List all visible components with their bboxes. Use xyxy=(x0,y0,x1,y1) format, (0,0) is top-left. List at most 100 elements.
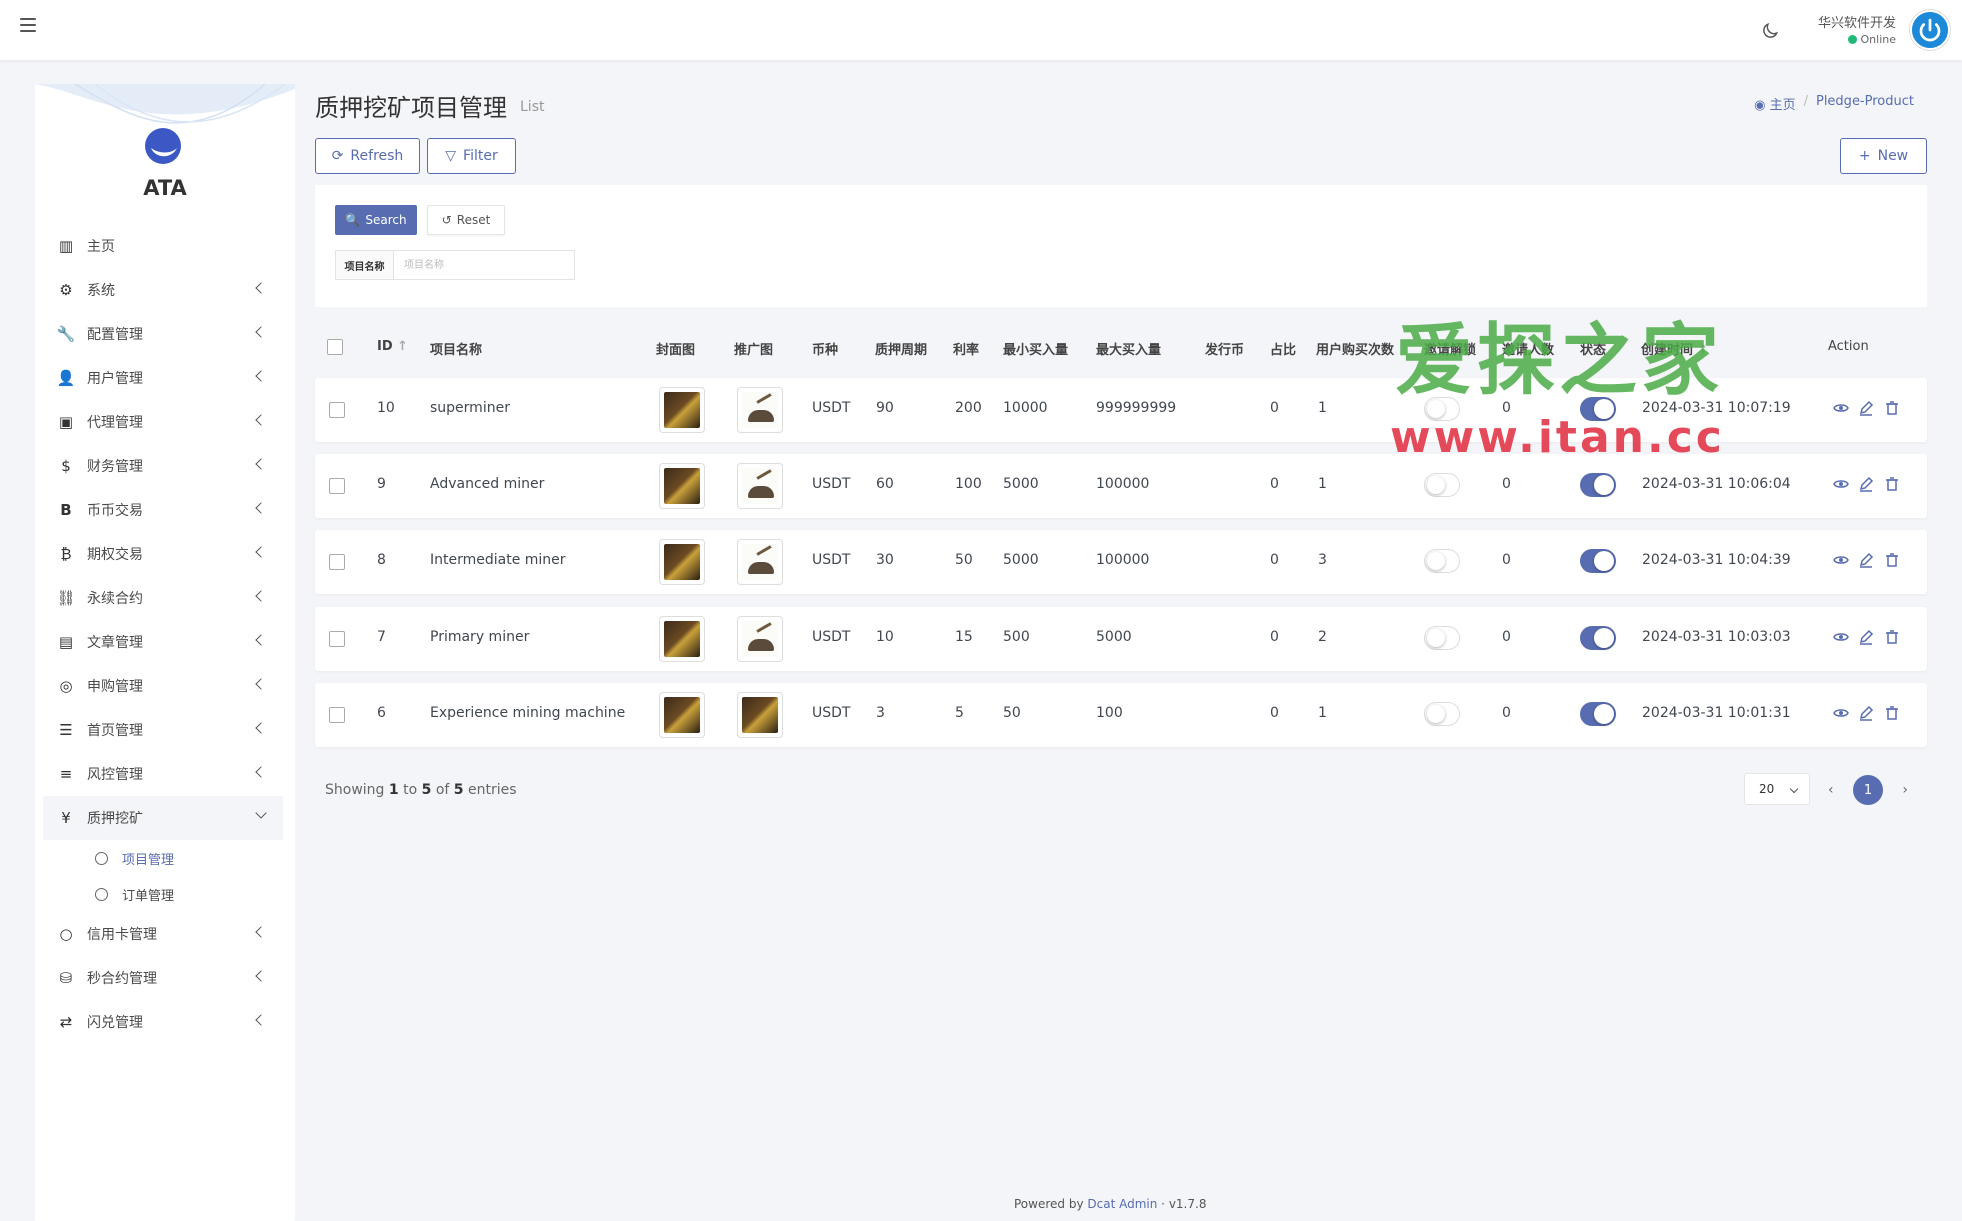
cell-period: 10 xyxy=(876,629,894,645)
th-action: Action xyxy=(1828,339,1869,354)
new-button[interactable]: + New xyxy=(1840,138,1927,174)
sidebar-item-label: 信用卡管理 xyxy=(87,927,157,943)
delete-trash-icon[interactable] xyxy=(1884,629,1900,645)
promo-image[interactable] xyxy=(737,616,783,662)
search-button[interactable]: 🔍 Search xyxy=(335,205,417,235)
prev-page-icon[interactable]: ‹ xyxy=(1828,782,1834,798)
sidebar-item-risk[interactable]: ≡ 风控管理 xyxy=(35,752,295,796)
status-toggle[interactable] xyxy=(1580,549,1616,573)
view-eye-icon[interactable] xyxy=(1833,705,1849,721)
breadcrumb-home-link[interactable]: ◉ 主页 xyxy=(1754,94,1796,113)
reset-button[interactable]: ↺ Reset xyxy=(427,205,505,235)
page-button-current[interactable]: 1 xyxy=(1853,775,1883,805)
view-eye-icon[interactable] xyxy=(1833,552,1849,568)
delete-trash-icon[interactable] xyxy=(1884,476,1900,492)
sidebar-item-perpetual[interactable]: ⛓ 永续合约 xyxy=(35,576,295,620)
per-page-select[interactable]: 20 xyxy=(1744,773,1810,805)
row-checkbox[interactable] xyxy=(329,554,345,570)
cover-image[interactable] xyxy=(659,463,705,509)
view-eye-icon[interactable] xyxy=(1833,629,1849,645)
menu-toggle-icon[interactable] xyxy=(20,18,36,32)
toggle-knob xyxy=(1594,551,1614,571)
cover-image-picture xyxy=(664,392,700,428)
invite-unlock-toggle[interactable] xyxy=(1424,626,1460,650)
row-checkbox[interactable] xyxy=(329,707,345,723)
delete-trash-icon[interactable] xyxy=(1884,552,1900,568)
sidebar-item-system[interactable]: ⚙ 系统 xyxy=(35,268,295,312)
invite-unlock-toggle[interactable] xyxy=(1424,702,1460,726)
status-toggle[interactable] xyxy=(1580,626,1616,650)
edit-pencil-icon[interactable] xyxy=(1858,552,1874,568)
status-toggle[interactable] xyxy=(1580,473,1616,497)
project-name-filter-label: 项目名称 xyxy=(336,251,394,279)
sidebar-item-second-contract[interactable]: ⛁ 秒合约管理 xyxy=(35,956,295,1000)
promo-image-picture xyxy=(742,544,778,580)
cell-period: 30 xyxy=(876,552,894,568)
sidebar-item-users[interactable]: 👤 用户管理 xyxy=(35,356,295,400)
promo-image[interactable] xyxy=(737,387,783,433)
sidebar-subitem-projects[interactable]: 项目管理 xyxy=(35,840,295,876)
edit-pencil-icon[interactable] xyxy=(1858,629,1874,645)
sidebar-item-agents[interactable]: ▣ 代理管理 xyxy=(35,400,295,444)
sidebar-item-pledge-mining[interactable]: ¥ 质押挖矿 xyxy=(43,796,283,840)
status-toggle[interactable] xyxy=(1580,702,1616,726)
table-row: 9 Advanced miner USDT 60 100 5000 100000… xyxy=(315,454,1927,518)
row-checkbox[interactable] xyxy=(329,478,345,494)
cell-min-buy: 50 xyxy=(1003,705,1021,721)
sidebar-item-credit-card[interactable]: ○ 信用卡管理 xyxy=(35,912,295,956)
delete-trash-icon[interactable] xyxy=(1884,705,1900,721)
sidebar-item-articles[interactable]: ▤ 文章管理 xyxy=(35,620,295,664)
cover-image[interactable] xyxy=(659,616,705,662)
select-all-checkbox[interactable] xyxy=(327,339,343,355)
edit-pencil-icon[interactable] xyxy=(1858,705,1874,721)
cell-max-buy: 100000 xyxy=(1096,552,1150,568)
dark-mode-moon-icon[interactable] xyxy=(1760,21,1780,41)
promo-image[interactable] xyxy=(737,463,783,509)
cell-ratio: 0 xyxy=(1270,476,1279,492)
sidebar-item-config[interactable]: 🔧 配置管理 xyxy=(35,312,295,356)
promo-image[interactable] xyxy=(737,692,783,738)
cell-invite-count: 0 xyxy=(1502,476,1511,492)
sidebar-item-flash-exchange[interactable]: ⇄ 闪兑管理 xyxy=(35,1000,295,1044)
avatar[interactable] xyxy=(1910,10,1950,50)
filter-button[interactable]: ▽ Filter xyxy=(427,138,516,174)
breadcrumb-current[interactable]: Pledge-Product xyxy=(1816,94,1914,113)
sidebar-item-spot-trading[interactable]: B 币币交易 xyxy=(35,488,295,532)
view-eye-icon[interactable] xyxy=(1833,400,1849,416)
user-name[interactable]: 华兴软件开发 xyxy=(1818,12,1896,31)
cell-invite-count: 0 xyxy=(1502,705,1511,721)
project-name-input[interactable] xyxy=(394,251,574,279)
invite-unlock-toggle[interactable] xyxy=(1424,473,1460,497)
cover-image[interactable] xyxy=(659,387,705,433)
th-id[interactable]: ID ↑ xyxy=(377,339,408,354)
th-min-buy: 最小买入量 xyxy=(1003,343,1069,358)
page-subtitle: List xyxy=(520,99,545,115)
cover-image[interactable] xyxy=(659,539,705,585)
toggle-knob xyxy=(1427,476,1445,494)
edit-pencil-icon[interactable] xyxy=(1858,476,1874,492)
sidebar-item-homepage[interactable]: ☰ 首页管理 xyxy=(35,708,295,752)
sidebar-item-options-trading[interactable]: ₿ 期权交易 xyxy=(35,532,295,576)
delete-trash-icon[interactable] xyxy=(1884,400,1900,416)
cell-rate: 5 xyxy=(955,705,964,721)
cover-image[interactable] xyxy=(659,692,705,738)
next-page-icon[interactable]: › xyxy=(1902,782,1908,798)
promo-image-picture xyxy=(742,392,778,428)
cell-name: Primary miner xyxy=(430,629,530,645)
invite-unlock-toggle[interactable] xyxy=(1424,549,1460,573)
view-eye-icon[interactable] xyxy=(1833,476,1849,492)
wrench-icon: 🔧 xyxy=(56,325,76,343)
row-checkbox[interactable] xyxy=(329,402,345,418)
sidebar-item-subscription[interactable]: ◎ 申购管理 xyxy=(35,664,295,708)
sidebar-item-finance[interactable]: $ 财务管理 xyxy=(35,444,295,488)
dcat-admin-link[interactable]: Dcat Admin xyxy=(1087,1197,1157,1211)
refresh-button[interactable]: ⟳ Refresh xyxy=(315,138,420,174)
promo-image-picture xyxy=(742,468,778,504)
sidebar-subitem-orders[interactable]: 订单管理 xyxy=(35,876,295,912)
sidebar-item-home[interactable]: ▥ 主页 xyxy=(35,224,295,268)
promo-image[interactable] xyxy=(737,539,783,585)
edit-pencil-icon[interactable] xyxy=(1858,400,1874,416)
row-checkbox[interactable] xyxy=(329,631,345,647)
cell-min-buy: 10000 xyxy=(1003,400,1048,416)
sidebar-item-label: 主页 xyxy=(87,239,115,255)
